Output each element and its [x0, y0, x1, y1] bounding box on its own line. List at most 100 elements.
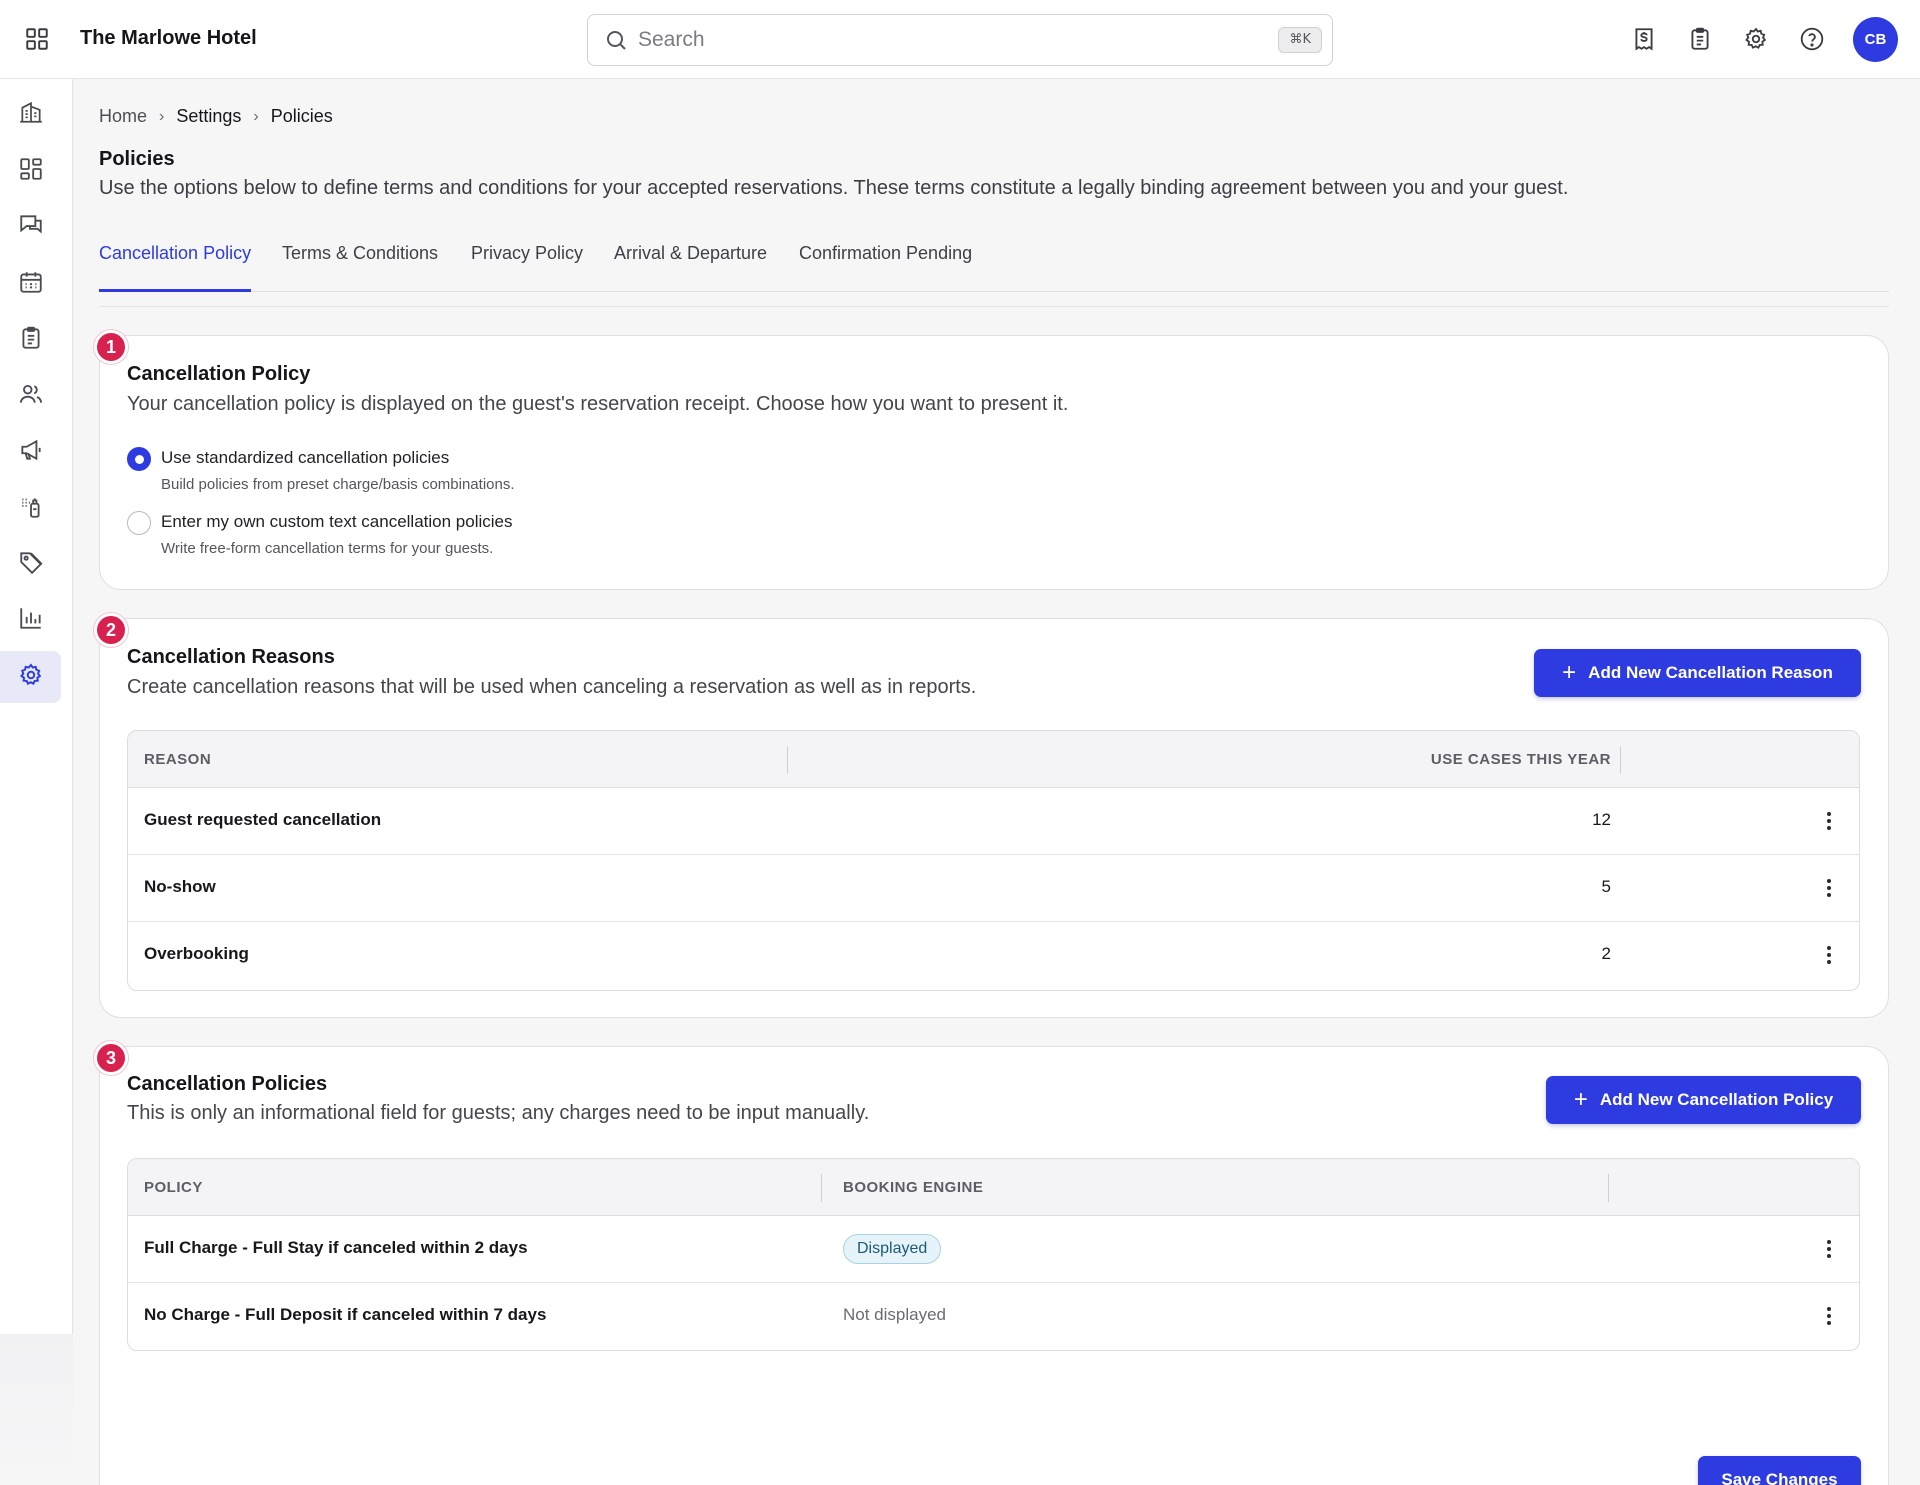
chevron-right-icon: ›: [253, 107, 259, 125]
table-row[interactable]: Full Charge - Full Stay if canceled with…: [128, 1216, 1859, 1283]
column-divider: [1608, 1174, 1609, 1202]
nav-dashboard[interactable]: [0, 145, 61, 197]
option-standardized[interactable]: Use standardized cancellation policies B…: [127, 446, 515, 493]
tab-cancellation-policy[interactable]: Cancellation Policy: [99, 242, 252, 292]
table-row[interactable]: No Charge - Full Deposit if canceled wit…: [128, 1283, 1859, 1350]
calendar-icon: [18, 269, 44, 300]
dashboard-icon: [18, 156, 44, 187]
column-divider: [821, 1174, 822, 1202]
status-badge: Displayed: [843, 1234, 942, 1264]
table-header: REASON USE CASES THIS YEAR: [128, 731, 1859, 788]
option-label: Use standardized cancellation policies: [161, 448, 450, 467]
section-description: This is only an informational field for …: [127, 1102, 870, 1124]
more-options-icon[interactable]: [1814, 1301, 1844, 1331]
page-title: Policies: [99, 148, 175, 170]
user-avatar[interactable]: CB: [1853, 17, 1898, 62]
sidebar: [0, 79, 73, 1334]
button-label: Add New Cancellation Reason: [1588, 663, 1833, 682]
search-input[interactable]: [638, 25, 1238, 55]
table-row[interactable]: No-show 5: [128, 855, 1859, 922]
table-row[interactable]: Overbooking 2: [128, 922, 1859, 989]
messages-icon: [18, 212, 44, 243]
nav-housekeeping[interactable]: [0, 483, 61, 535]
option-sublabel: Build policies from preset charge/basis …: [161, 476, 515, 493]
users-icon: [18, 381, 44, 412]
radio-selected[interactable]: [127, 447, 151, 471]
column-header-use-cases: USE CASES THIS YEAR: [1430, 751, 1611, 768]
booking-engine-status: Not displayed: [843, 1305, 947, 1324]
option-custom-text[interactable]: Enter my own custom text cancellation po…: [127, 510, 513, 557]
nav-calendar[interactable]: [0, 258, 61, 310]
radio-unselected[interactable]: [127, 511, 151, 535]
breadcrumb-home[interactable]: Home: [99, 106, 147, 127]
chevron-right-icon: ›: [159, 107, 165, 125]
nav-guests[interactable]: [0, 370, 61, 422]
settings-icon: [18, 662, 44, 693]
plus-icon: +: [1562, 659, 1577, 686]
section-title: Cancellation Policy: [127, 363, 311, 385]
nav-settings[interactable]: [0, 651, 61, 703]
tab-privacy-policy[interactable]: Privacy Policy: [471, 242, 583, 292]
hotel-name: The Marlowe Hotel: [80, 27, 257, 49]
policy-name: No Charge - Full Deposit if canceled wit…: [144, 1305, 547, 1324]
reasons-table: REASON USE CASES THIS YEAR Guest request…: [127, 730, 1860, 991]
gear-icon[interactable]: [1741, 24, 1771, 54]
breadcrumb-policies: Policies: [270, 106, 333, 126]
nav-marketing[interactable]: [0, 426, 61, 478]
breadcrumb-settings[interactable]: Settings: [176, 106, 241, 127]
sidebar-footer: [0, 1334, 73, 1485]
reason-name: Guest requested cancellation: [144, 810, 382, 829]
plus-icon: +: [1573, 1086, 1588, 1113]
option-sublabel: Write free-form cancellation terms for y…: [161, 540, 494, 557]
more-options-icon[interactable]: [1814, 873, 1844, 903]
section-title: Cancellation Policies: [127, 1073, 328, 1095]
section-description: Your cancellation policy is displayed on…: [127, 393, 1069, 415]
button-label: Add New Cancellation Policy: [1599, 1090, 1834, 1109]
clipboard-icon[interactable]: [1685, 24, 1715, 54]
use-count: 5: [1601, 877, 1611, 896]
apps-grid-icon[interactable]: [22, 24, 52, 54]
nav-reports[interactable]: [0, 594, 61, 646]
more-options-icon[interactable]: [1814, 940, 1844, 970]
divider: [99, 306, 1889, 307]
bar-chart-icon: [18, 605, 44, 636]
table-row[interactable]: Guest requested cancellation 12: [128, 788, 1859, 855]
tab-arrival-departure[interactable]: Arrival & Departure: [614, 242, 767, 292]
tag-icon: [18, 549, 44, 580]
building-icon: [18, 99, 44, 130]
nav-rates[interactable]: [0, 538, 61, 590]
reason-name: Overbooking: [144, 944, 249, 963]
receipt-dollar-icon[interactable]: [1629, 24, 1659, 54]
add-cancellation-reason-button[interactable]: + Add New Cancellation Reason: [1534, 649, 1861, 697]
cancellation-reasons-card: 2 Cancellation Reasons Create cancellati…: [94, 613, 1889, 1018]
policy-name: Full Charge - Full Stay if canceled with…: [144, 1238, 528, 1257]
breadcrumb: Home › Settings › Policies: [99, 106, 333, 127]
nav-messages[interactable]: [0, 201, 61, 253]
search-shortcut: ⌘K: [1278, 27, 1322, 53]
clipboard-list-icon: [18, 325, 44, 356]
more-options-icon[interactable]: [1814, 1234, 1844, 1264]
table-header: POLICY BOOKING ENGINE: [128, 1159, 1859, 1216]
cancellation-policies-card: 3 Cancellation Policies This is only an …: [94, 1041, 1889, 1485]
page-description: Use the options below to define terms an…: [99, 177, 1569, 199]
column-header-policy: POLICY: [144, 1179, 203, 1196]
use-count: 12: [1592, 810, 1611, 829]
column-divider: [787, 746, 788, 774]
tab-confirmation-pending[interactable]: Confirmation Pending: [799, 242, 972, 292]
column-divider: [1620, 746, 1621, 774]
section-description: Create cancellation reasons that will be…: [127, 676, 977, 698]
top-bar: The Marlowe Hotel ⌘K CB: [0, 0, 1920, 79]
help-icon[interactable]: [1797, 24, 1827, 54]
use-count: 2: [1601, 944, 1611, 963]
megaphone-icon: [18, 437, 44, 468]
search-box[interactable]: ⌘K: [587, 14, 1333, 66]
reason-name: No-show: [144, 877, 216, 896]
nav-properties[interactable]: [0, 88, 61, 140]
option-label: Enter my own custom text cancellation po…: [161, 512, 513, 531]
add-cancellation-policy-button[interactable]: + Add New Cancellation Policy: [1546, 1076, 1861, 1124]
more-options-icon[interactable]: [1814, 806, 1844, 836]
nav-tasks[interactable]: [0, 314, 61, 366]
step-badge: 1: [94, 330, 128, 364]
save-changes-button[interactable]: Save Changes: [1698, 1456, 1861, 1485]
tab-terms-conditions[interactable]: Terms & Conditions: [282, 242, 438, 292]
